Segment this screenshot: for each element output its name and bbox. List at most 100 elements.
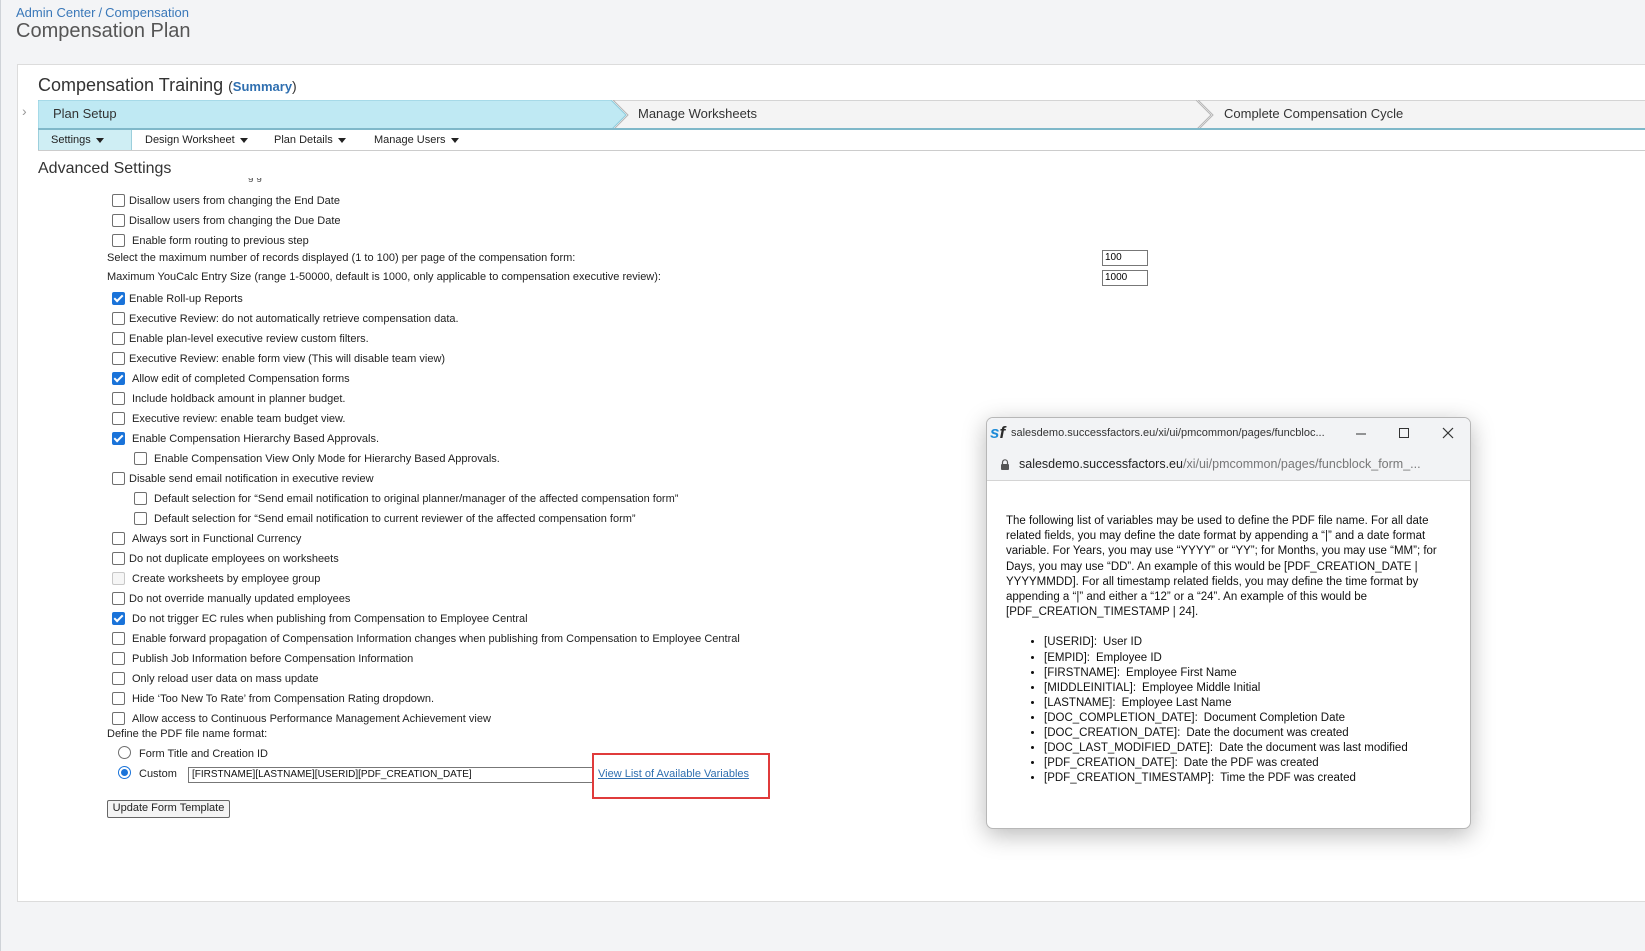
setting-checkbox[interactable] (112, 292, 125, 305)
setting-label: Do not trigger EC rules when publishing … (132, 613, 528, 625)
tab-design-worksheet[interactable]: Design Worksheet (145, 130, 248, 150)
popup-address-bar[interactable]: salesdemo.successfactors.eu/xi/ui/pmcomm… (987, 448, 1470, 481)
setting-label: Allow access to Continuous Performance M… (132, 713, 491, 725)
minimize-icon[interactable] (1350, 422, 1372, 444)
setting-label: Create worksheets by employee group (132, 573, 321, 585)
variable-item: [DOC_COMPLETION_DATE]: Document Completio… (1044, 711, 1451, 726)
setting-checkbox[interactable] (112, 592, 125, 605)
setting-checkbox[interactable] (112, 672, 125, 685)
radio-custom[interactable] (118, 766, 131, 779)
setting-checkbox[interactable] (112, 652, 125, 665)
variable-name: [PDF_CREATION_TIMESTAMP]: (1044, 772, 1215, 785)
variable-item: [EMPID]: Employee ID (1044, 651, 1451, 666)
variable-description: Employee Last Name (1121, 696, 1232, 709)
tab-settings-label: Settings (51, 134, 91, 146)
summary-link[interactable]: Summary (233, 79, 292, 94)
variable-description: User ID (1103, 636, 1143, 649)
variable-description: Document Completion Date (1203, 711, 1346, 724)
radio-form-title-creation-id[interactable] (118, 746, 131, 759)
setting-label: Hide ‘Too New To Rate’ from Compensation… (132, 693, 435, 705)
tab-manage-users[interactable]: Manage Users (374, 130, 459, 150)
step-plan-setup-shape (38, 100, 627, 130)
max-youcalc-input[interactable] (1102, 270, 1148, 286)
setting-checkbox[interactable] (112, 612, 125, 625)
setting-checkbox[interactable] (112, 712, 125, 725)
tab-manage-users-label: Manage Users (374, 134, 446, 146)
setting-label: Enable Compensation View Only Mode for H… (154, 453, 500, 465)
breadcrumb-separator: / (98, 5, 103, 20)
variable-name: [DOC_CREATION_DATE]: (1044, 726, 1181, 739)
max-youcalc-label: Maximum YouCalc Entry Size (range 1-5000… (107, 271, 661, 283)
popup-title: salesdemo.successfactors.eu/xi/ui/pmcomm… (1011, 427, 1325, 439)
checkbox-disallow-due-date[interactable] (112, 214, 125, 227)
setting-checkbox (112, 572, 125, 585)
setting-checkbox[interactable] (112, 312, 125, 325)
variable-description: Date the PDF was created (1183, 757, 1319, 770)
variable-description: Employee ID (1096, 651, 1162, 664)
section-title: Advanced Settings (38, 160, 172, 177)
step-complete-compensation-cycle[interactable]: Complete Compensation Cycle (1224, 106, 1403, 121)
max-records-input[interactable] (1102, 250, 1148, 266)
caret-down-icon (450, 137, 459, 143)
variable-name: [EMPID]: (1044, 651, 1091, 664)
variable-item: [MIDDLEINITIAL]: Employee Middle Initial (1044, 681, 1451, 696)
highlight-annotation-box (592, 753, 770, 799)
setting-checkbox[interactable] (112, 352, 125, 365)
setting-checkbox[interactable] (134, 452, 147, 465)
tab-plan-details-label: Plan Details (274, 134, 333, 146)
variable-name: [USERID]: (1044, 636, 1098, 649)
checkbox-enable-form-routing[interactable] (112, 234, 125, 247)
breadcrumb-compensation[interactable]: Compensation (105, 5, 189, 20)
variable-description: Employee First Name (1126, 666, 1237, 679)
setting-label: Executive Review: do not automatically r… (129, 313, 459, 325)
variable-name: [DOC_COMPLETION_DATE]: (1044, 711, 1198, 724)
expand-chevron-icon[interactable]: › (22, 103, 27, 119)
setting-checkbox[interactable] (112, 692, 125, 705)
setting-label: Enable plan-level executive review custo… (129, 333, 369, 345)
setting-label: Allow edit of completed Compensation for… (132, 373, 350, 385)
setting-checkbox[interactable] (112, 632, 125, 645)
step-manage-worksheets[interactable]: Manage Worksheets (638, 106, 757, 121)
url-host: salesdemo.successfactors.eu (1019, 457, 1183, 471)
setting-checkbox[interactable] (112, 552, 125, 565)
setting-checkbox[interactable] (112, 372, 125, 385)
setting-checkbox[interactable] (112, 432, 125, 445)
variable-item: [LASTNAME]: Employee Last Name (1044, 696, 1451, 711)
close-icon[interactable] (1437, 422, 1459, 444)
setting-label: Executive Review: enable form view (This… (129, 353, 446, 365)
variable-name: [PDF_CREATION_DATE]: (1044, 757, 1178, 770)
setting-checkbox[interactable] (134, 512, 147, 525)
setting-label: Do not override manually updated employe… (129, 593, 351, 605)
tab-plan-details[interactable]: Plan Details (274, 130, 346, 150)
plan-title: Compensation Training (Summary) (38, 75, 297, 95)
step-plan-setup[interactable]: Plan Setup (53, 106, 117, 121)
update-form-template-button[interactable]: Update Form Template (107, 800, 230, 818)
setting-checkbox[interactable] (112, 532, 125, 545)
setting-checkbox[interactable] (112, 392, 125, 405)
max-records-label: Select the maximum number of records dis… (107, 252, 576, 264)
label-disallow-due-date: Disallow users from changing the Due Dat… (129, 215, 341, 227)
setting-label: Publish Job Information before Compensat… (132, 653, 414, 665)
setting-checkbox[interactable] (134, 492, 147, 505)
variable-name: [LASTNAME]: (1044, 696, 1116, 709)
pdf-format-label: Define the PDF file name format: (107, 728, 268, 740)
label-custom: Custom (139, 768, 177, 780)
tab-settings[interactable]: Settings (38, 130, 132, 150)
variable-description: Date the document was created (1186, 726, 1349, 739)
setting-label: Default selection for “Send email notifi… (154, 513, 636, 525)
variable-item: [PDF_CREATION_DATE]: Date the PDF was cre… (1044, 756, 1451, 771)
variables-popup-window: sf salesdemo.successfactors.eu/xi/ui/pmc… (986, 417, 1471, 829)
plan-name: Compensation Training (38, 75, 224, 95)
custom-pdf-name-input[interactable] (188, 767, 594, 783)
variable-name: [DOC_LAST_MODIFIED_DATE]: (1044, 742, 1214, 755)
variable-item: [USERID]: User ID (1044, 635, 1451, 650)
breadcrumb-admin-center[interactable]: Admin Center (16, 5, 95, 20)
variable-item: [DOC_LAST_MODIFIED_DATE]: Date the docume… (1044, 741, 1451, 756)
setting-checkbox[interactable] (112, 412, 125, 425)
checkbox-disallow-end-date[interactable] (112, 194, 125, 207)
maximize-icon[interactable] (1393, 422, 1415, 444)
setting-label: Enable forward propagation of Compensati… (132, 633, 740, 645)
setting-checkbox[interactable] (112, 332, 125, 345)
setting-checkbox[interactable] (112, 472, 125, 485)
label-enable-form-routing: Enable form routing to previous step (132, 235, 309, 247)
